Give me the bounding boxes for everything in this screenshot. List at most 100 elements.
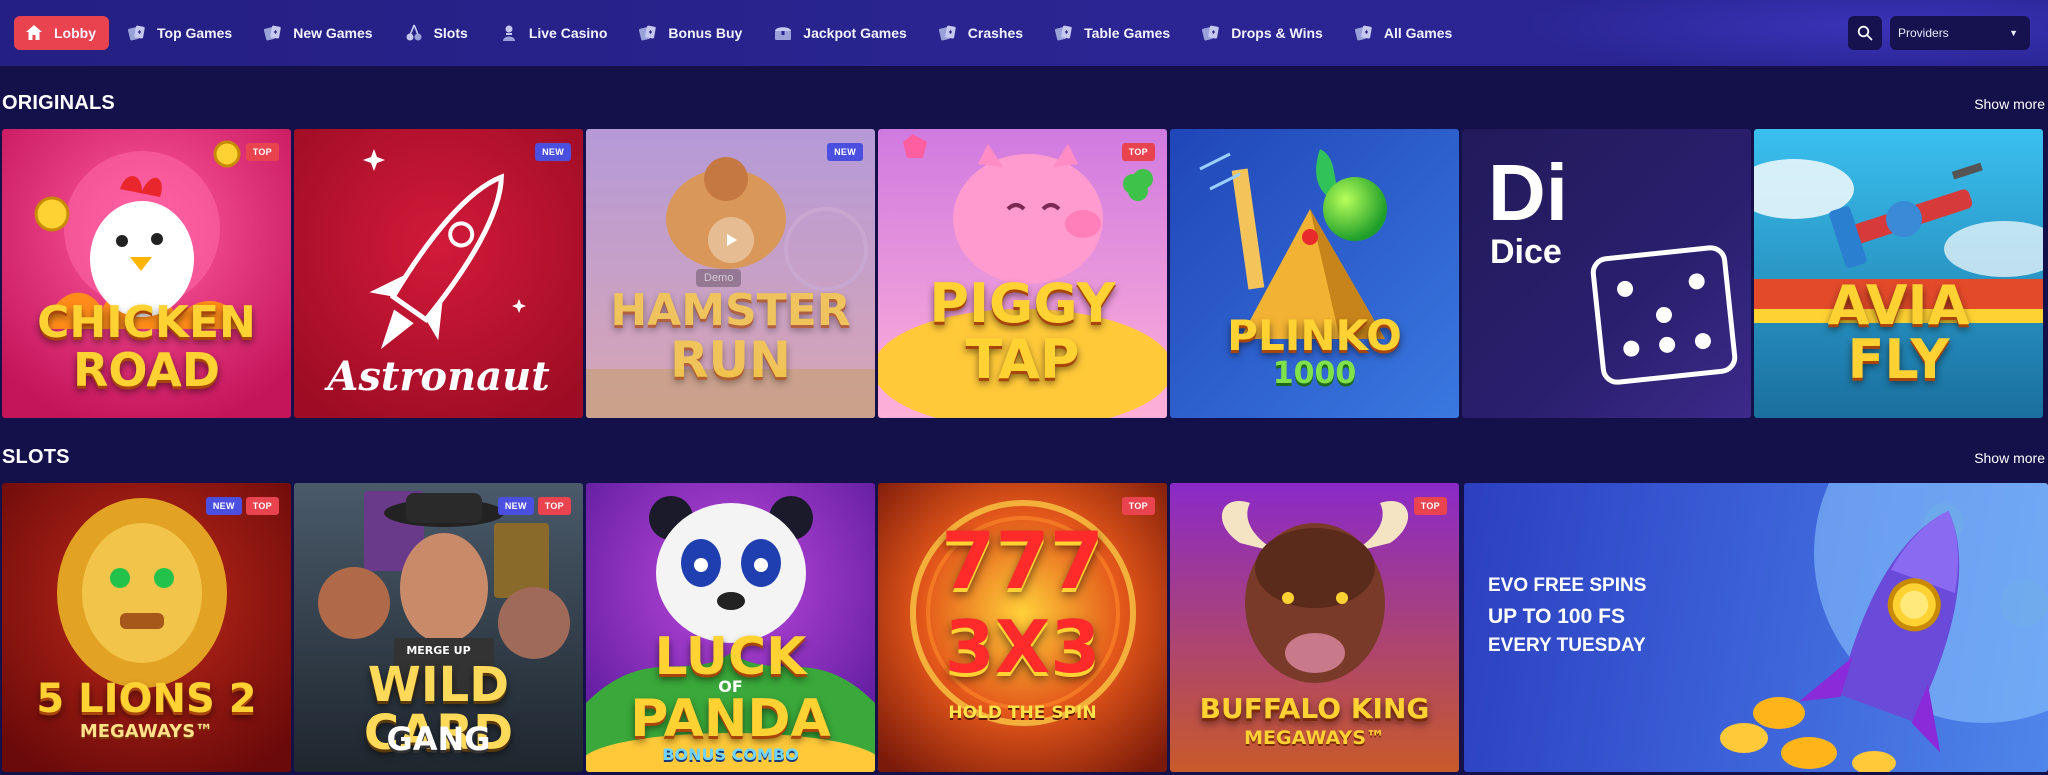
new-badge: NEW — [497, 497, 534, 515]
game-card-avia-fly[interactable]: AVIA FLY — [1754, 129, 2043, 418]
nav-item-label: Jackpot Games — [803, 25, 907, 41]
nav-item-crashes[interactable]: Crashes — [928, 16, 1036, 50]
nav-item-label: Bonus Buy — [668, 25, 743, 41]
game-title-line2: GANG — [386, 720, 491, 758]
cards-icon — [1054, 23, 1074, 43]
game-title: PLINKO — [1227, 311, 1402, 360]
game-title: 777 — [941, 517, 1104, 607]
nav-item-label: Live Casino — [528, 25, 608, 41]
nav-item-top-games[interactable]: Top Games — [117, 16, 245, 50]
play-button[interactable] — [708, 217, 754, 263]
nav-item-table-games[interactable]: Table Games — [1044, 16, 1183, 50]
cards-icon — [127, 23, 147, 43]
nav-item-slots[interactable]: Slots — [394, 16, 481, 50]
home-icon — [24, 23, 44, 43]
badge-group: TOP — [1121, 143, 1155, 161]
promo-line-3: EVERY TUESDAY — [1488, 635, 1646, 656]
nav-item-drops-wins[interactable]: Drops & Wins — [1191, 16, 1336, 50]
top-badge: TOP — [1121, 143, 1155, 161]
nav-item-lobby[interactable]: Lobby — [14, 16, 109, 50]
game-title-line2: RUN — [670, 331, 791, 389]
game-title-line2: PANDA — [630, 689, 831, 749]
game-card-777-3x3[interactable]: 777 3X3 HOLD THE SPIN TOP — [878, 483, 1167, 772]
nav-item-all-games[interactable]: All Games — [1344, 16, 1465, 50]
providers-dropdown[interactable]: Providers ▼ — [1890, 16, 2030, 50]
game-title-line2: 1000 — [1272, 356, 1357, 391]
game-title: Astronaut — [327, 353, 550, 400]
game-card-5-lions-megaways-2[interactable]: 5 LIONS 2 MEGAWAYS™ NEW TOP — [2, 483, 291, 772]
top-badge: TOP — [1121, 497, 1155, 515]
search-button[interactable] — [1848, 16, 1882, 50]
badge-group: NEW — [535, 143, 571, 161]
promo-line-2: UP TO 100 FS — [1488, 605, 1625, 628]
casino-lobby-page: Lobby Top Games New Games Slots Live Cas… — [0, 0, 2048, 775]
top-badge: TOP — [1413, 497, 1447, 515]
play-icon — [727, 234, 737, 246]
game-title-line2: MEGAWAYS™ — [1244, 727, 1385, 749]
section-title-slots: SLOTS — [2, 446, 70, 468]
caret-down-icon: ▼ — [2009, 28, 2018, 38]
game-title-line2: FLY — [1847, 328, 1950, 391]
show-more-originals-link[interactable]: Show more — [1974, 96, 2045, 112]
badge-group: NEW — [827, 143, 863, 161]
badge-group: TOP — [1413, 497, 1447, 515]
game-title-line3: HOLD THE SPIN — [948, 703, 1097, 723]
game-title: CHICKEN — [37, 297, 256, 348]
game-card-hamster-run[interactable]: Demo HAMSTER RUN NEW — [586, 129, 875, 418]
game-title-line2: TAP — [965, 328, 1080, 391]
game-title: BUFFALO KING — [1199, 692, 1430, 725]
category-nav: Lobby Top Games New Games Slots Live Cas… — [14, 16, 1473, 50]
top-badge: TOP — [537, 497, 571, 515]
game-card-luck-of-panda[interactable]: LUCK OF PANDA BONUS COMBO — [586, 483, 875, 772]
new-badge: NEW — [535, 143, 571, 161]
cards-icon — [263, 23, 283, 43]
nav-item-label: Table Games — [1084, 25, 1171, 41]
game-card-astronaut[interactable]: Astronaut NEW — [294, 129, 583, 418]
nav-item-new-games[interactable]: New Games — [253, 16, 385, 50]
game-title: LUCK — [654, 627, 807, 687]
nav-item-label: Top Games — [157, 25, 233, 41]
badge-group: TOP — [1121, 497, 1155, 515]
nav-item-live-casino[interactable]: Live Casino — [489, 16, 621, 50]
merge-up-tag: MERGE UP — [406, 644, 471, 657]
game-card-buffalo-king-megaways[interactable]: BUFFALO KING MEGAWAYS™ TOP — [1170, 483, 1459, 772]
promo-line-1: EVO FREE SPINS — [1488, 575, 1647, 596]
top-navigation-bar: Lobby Top Games New Games Slots Live Cas… — [0, 0, 2048, 66]
game-title: 5 LIONS 2 — [36, 676, 257, 722]
section-title-originals: ORIGINALS — [2, 92, 115, 114]
game-title: AVIA — [1827, 274, 1970, 337]
game-card-dice[interactable]: Di Dice — [1462, 129, 1751, 418]
game-card-wild-card-gang[interactable]: MERGE UP WILD CARD GANG NEW TOP — [294, 483, 583, 772]
show-more-slots-link[interactable]: Show more — [1974, 450, 2045, 466]
new-badge: NEW — [827, 143, 863, 161]
originals-row: CHICKEN ROAD TOP Astronaut NEW Demo HAMS… — [2, 129, 2048, 419]
cherry-icon — [404, 23, 424, 43]
dealer-icon — [499, 23, 519, 43]
game-title-line2: 3X3 — [944, 605, 1101, 689]
badge-group: NEW TOP — [497, 497, 571, 515]
search-icon — [1857, 25, 1873, 41]
cards-icon — [1354, 23, 1374, 43]
nav-item-label: Slots — [433, 25, 468, 41]
badge-group: TOP — [245, 143, 279, 161]
top-badge: TOP — [245, 143, 279, 161]
dice-icon — [1590, 245, 1738, 385]
game-card-chicken-road[interactable]: CHICKEN ROAD TOP — [2, 129, 291, 418]
game-title: PIGGY — [929, 272, 1116, 335]
nav-item-label: All Games — [1383, 25, 1453, 41]
game-title-line2: ROAD — [72, 343, 221, 397]
cards-icon — [938, 23, 958, 43]
game-title: HAMSTER — [610, 285, 851, 336]
nav-item-bonus-buy[interactable]: Bonus Buy — [628, 16, 755, 50]
providers-label: Providers — [1898, 26, 1949, 40]
nav-item-jackpot-games[interactable]: Jackpot Games — [763, 16, 920, 50]
nav-item-label: Drops & Wins — [1231, 25, 1323, 41]
promo-banner-evo-free-spins[interactable]: EVO FREE SPINS UP TO 100 FS EVERY TUESDA… — [1464, 483, 2048, 772]
slots-row: 5 LIONS 2 MEGAWAYS™ NEW TOP MERGE UP WIL… — [2, 483, 2048, 773]
cards-icon — [638, 23, 658, 43]
new-badge: NEW — [205, 497, 242, 515]
game-card-piggy-tap[interactable]: PIGGY TAP TOP — [878, 129, 1167, 418]
game-card-plinko-1000[interactable]: PLINKO 1000 — [1170, 129, 1459, 418]
nav-item-label: New Games — [293, 25, 373, 41]
chest-icon — [773, 23, 793, 43]
